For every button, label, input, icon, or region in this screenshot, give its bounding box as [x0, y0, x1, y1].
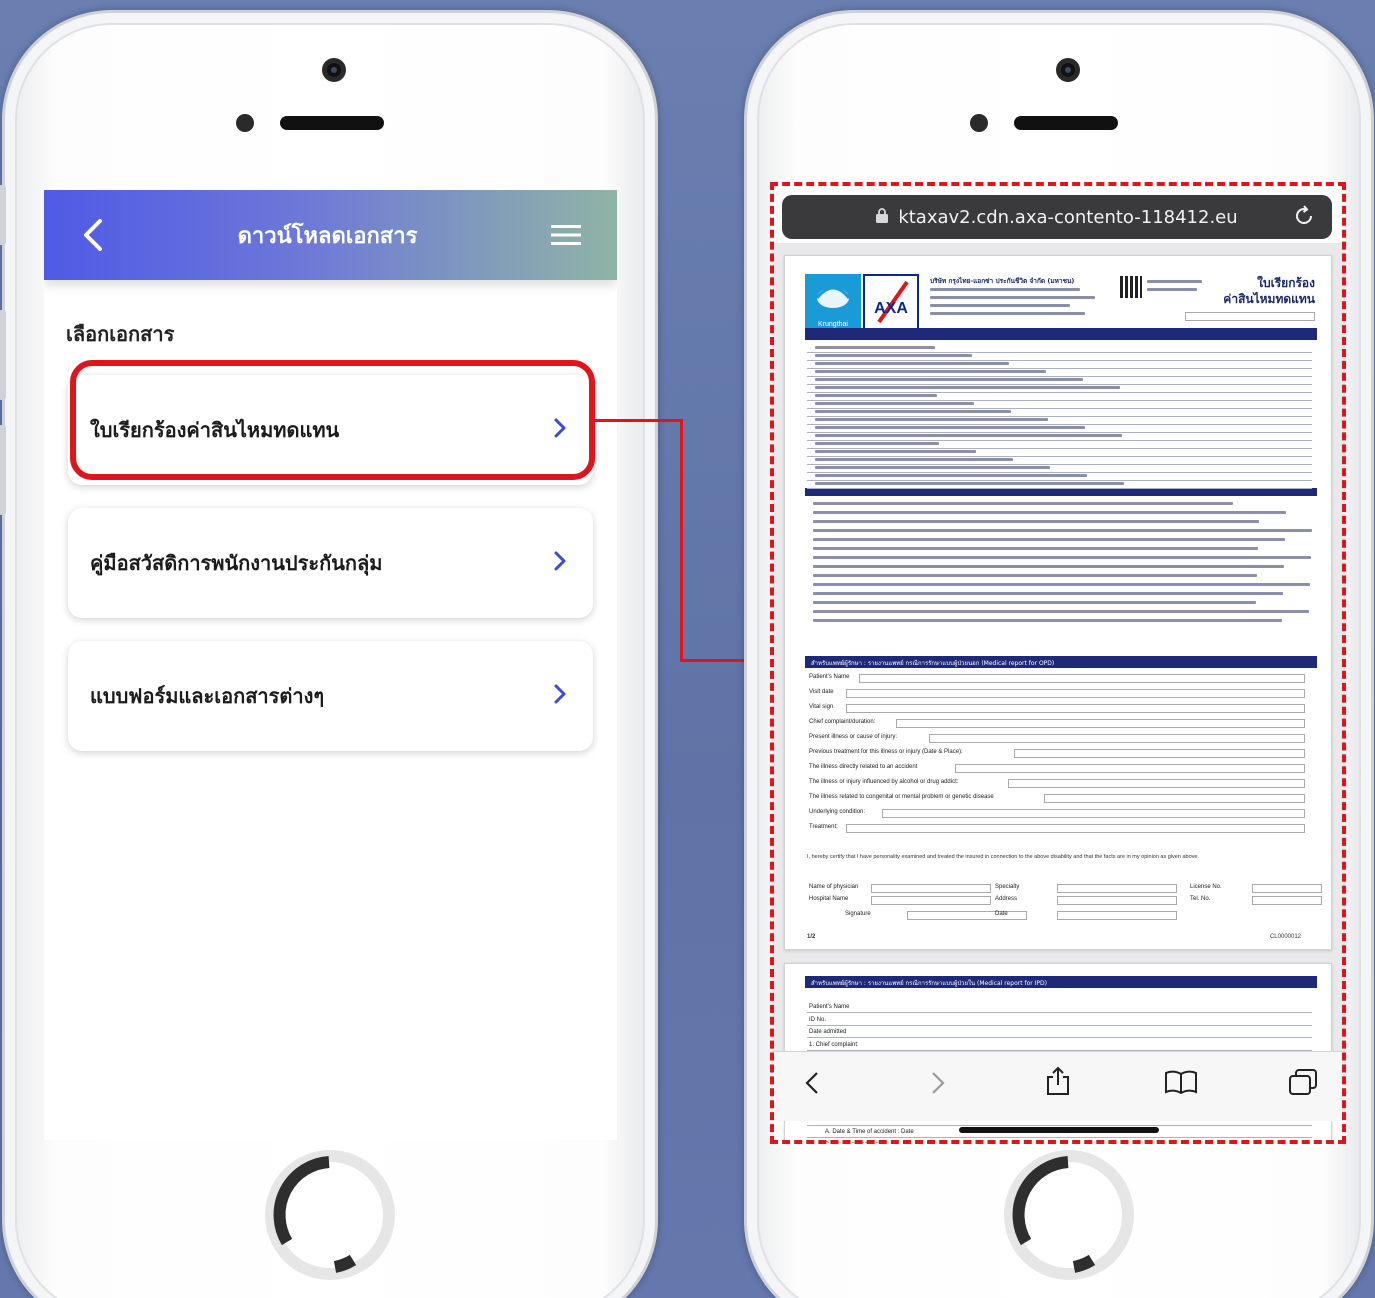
front-camera-icon: [322, 58, 346, 82]
chevron-right-icon: [553, 550, 567, 576]
phone-side-button: [0, 310, 6, 400]
hamburger-menu-icon[interactable]: [551, 224, 581, 246]
preview-highlight-frame: [770, 182, 1346, 1144]
home-loading-spinner: [1004, 1150, 1134, 1280]
chevron-right-icon: [553, 683, 567, 709]
phone-side-button: [0, 425, 6, 515]
earpiece-speaker: [280, 116, 384, 130]
phone-side-button: [0, 185, 6, 245]
connector-line: [595, 419, 683, 422]
proximity-sensor: [970, 114, 988, 132]
proximity-sensor: [236, 114, 254, 132]
selection-highlight: [70, 360, 595, 480]
section-label: เลือกเอกสาร: [66, 322, 175, 346]
earpiece-speaker: [1014, 116, 1118, 130]
app-screen: ดาวน์โหลดเอกสาร เลือกเอกสาร ใบเรียกร้องค…: [44, 190, 617, 1140]
back-arrow-icon[interactable]: [82, 218, 104, 252]
page-title: ดาวน์โหลดเอกสาร: [237, 223, 418, 249]
home-loading-spinner: [265, 1150, 395, 1280]
app-header: ดาวน์โหลดเอกสาร: [44, 190, 617, 280]
document-item-label: แบบฟอร์มและเอกสารต่างๆ: [90, 684, 325, 708]
connector-line: [680, 419, 683, 662]
document-item-label: คู่มือสวัสดิการพนักงานประกันกลุ่ม: [90, 551, 383, 575]
front-camera-icon: [1056, 58, 1080, 82]
document-item-forms[interactable]: แบบฟอร์มและเอกสารต่างๆ: [68, 641, 593, 751]
document-item-employee-handbook[interactable]: คู่มือสวัสดิการพนักงานประกันกลุ่ม: [68, 508, 593, 618]
